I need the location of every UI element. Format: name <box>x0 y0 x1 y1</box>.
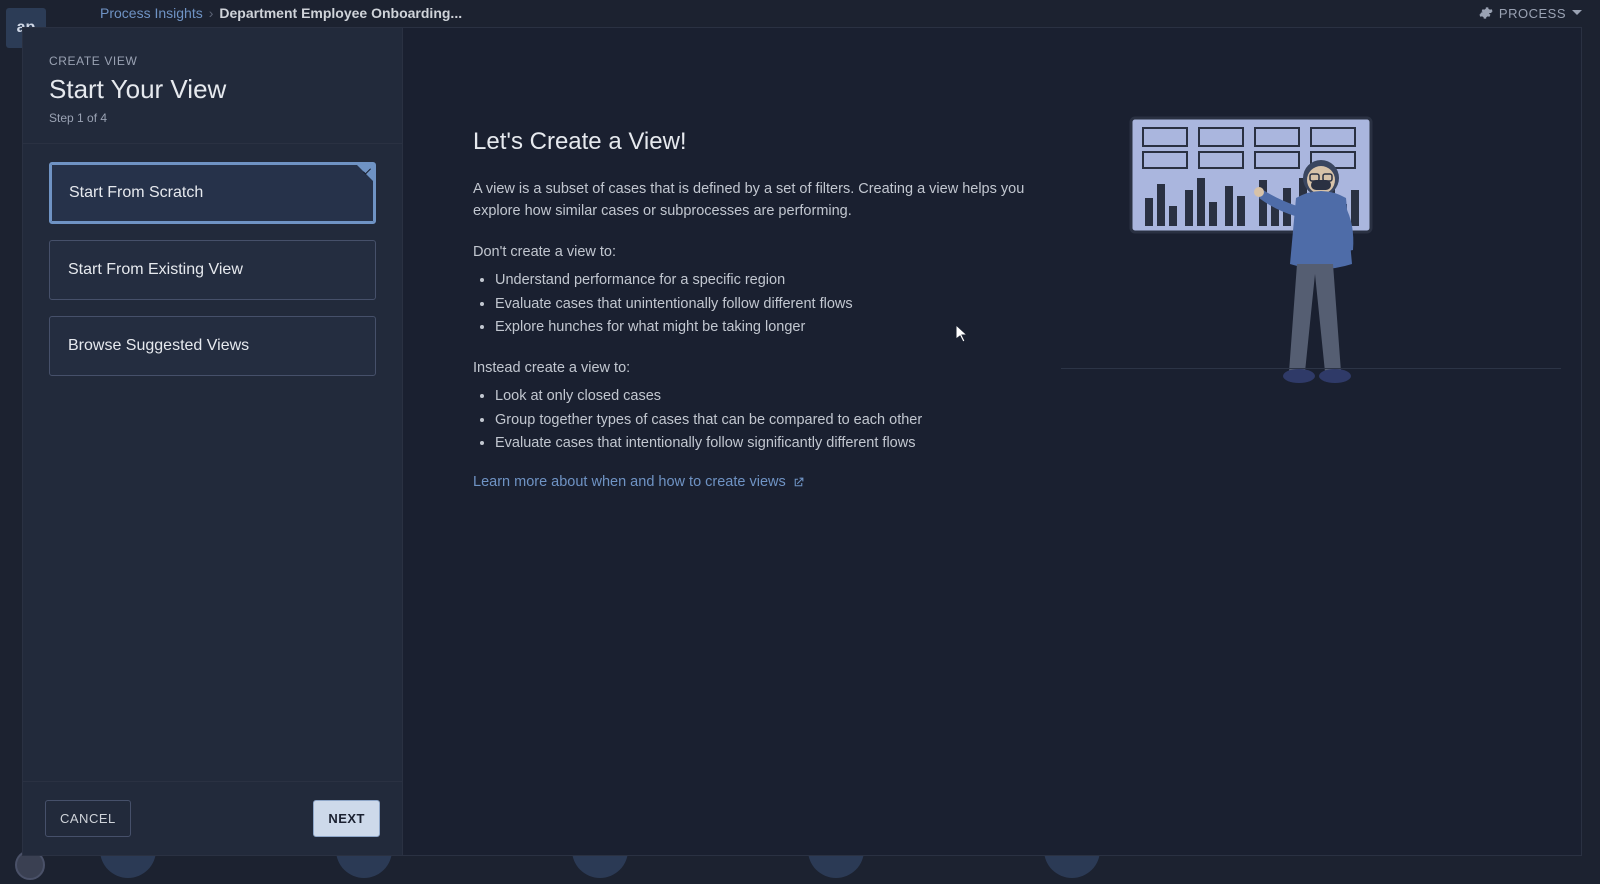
list-item: Evaluate cases that unintentionally foll… <box>495 293 1033 316</box>
option-start-from-scratch[interactable]: Start From Scratch <box>49 162 376 224</box>
wizard-footer: CANCEL NEXT <box>23 781 402 855</box>
breadcrumb-bar: Process Insights › Department Employee O… <box>0 0 1600 26</box>
check-icon <box>361 164 373 176</box>
illustration <box>1121 108 1501 413</box>
learn-more-link[interactable]: Learn more about when and how to create … <box>473 474 805 490</box>
wizard-eyebrow: CREATE VIEW <box>49 54 376 68</box>
content-column: Let's Create a View! A view is a subset … <box>473 88 1033 815</box>
dont-list: Understand performance for a specific re… <box>495 269 1033 339</box>
option-label: Start From Existing View <box>68 261 243 278</box>
create-view-modal: CREATE VIEW Start Your View Step 1 of 4 … <box>22 27 1582 856</box>
illustration-divider <box>1061 368 1561 369</box>
breadcrumb-current: Department Employee Onboarding... <box>219 5 462 21</box>
gear-icon <box>1479 6 1493 20</box>
option-label: Browse Suggested Views <box>68 337 249 354</box>
content-intro: A view is a subset of cases that is defi… <box>473 178 1033 223</box>
list-item: Look at only closed cases <box>495 385 1033 408</box>
instead-list: Look at only closed cases Group together… <box>495 385 1033 455</box>
cancel-button[interactable]: CANCEL <box>45 800 131 837</box>
process-menu[interactable]: PROCESS <box>1479 6 1582 21</box>
list-item: Evaluate cases that intentionally follow… <box>495 432 1033 455</box>
wizard-right-panel: Let's Create a View! A view is a subset … <box>403 28 1581 855</box>
option-browse-suggested[interactable]: Browse Suggested Views <box>49 316 376 376</box>
breadcrumb-separator: › <box>209 5 214 21</box>
caret-down-icon <box>1572 8 1582 18</box>
instead-label: Instead create a view to: <box>473 357 1033 379</box>
wizard-header: CREATE VIEW Start Your View Step 1 of 4 <box>23 28 402 143</box>
dont-label: Don't create a view to: <box>473 241 1033 263</box>
list-item: Explore hunches for what might be taking… <box>495 316 1033 339</box>
option-label: Start From Scratch <box>69 184 203 201</box>
content-heading: Let's Create a View! <box>473 128 1033 156</box>
wizard-title: Start Your View <box>49 74 376 105</box>
wizard-left-panel: CREATE VIEW Start Your View Step 1 of 4 … <box>23 28 403 855</box>
wizard-step-label: Step 1 of 4 <box>49 111 376 125</box>
list-item: Understand performance for a specific re… <box>495 269 1033 292</box>
process-menu-label: PROCESS <box>1499 6 1566 21</box>
list-item: Group together types of cases that can b… <box>495 409 1033 432</box>
breadcrumb-root[interactable]: Process Insights <box>100 5 203 21</box>
external-link-icon <box>792 476 805 489</box>
option-start-from-existing[interactable]: Start From Existing View <box>49 240 376 300</box>
learn-more-text: Learn more about when and how to create … <box>473 474 786 490</box>
wizard-options: Start From Scratch Start From Existing V… <box>23 143 402 394</box>
next-button[interactable]: NEXT <box>313 800 380 837</box>
